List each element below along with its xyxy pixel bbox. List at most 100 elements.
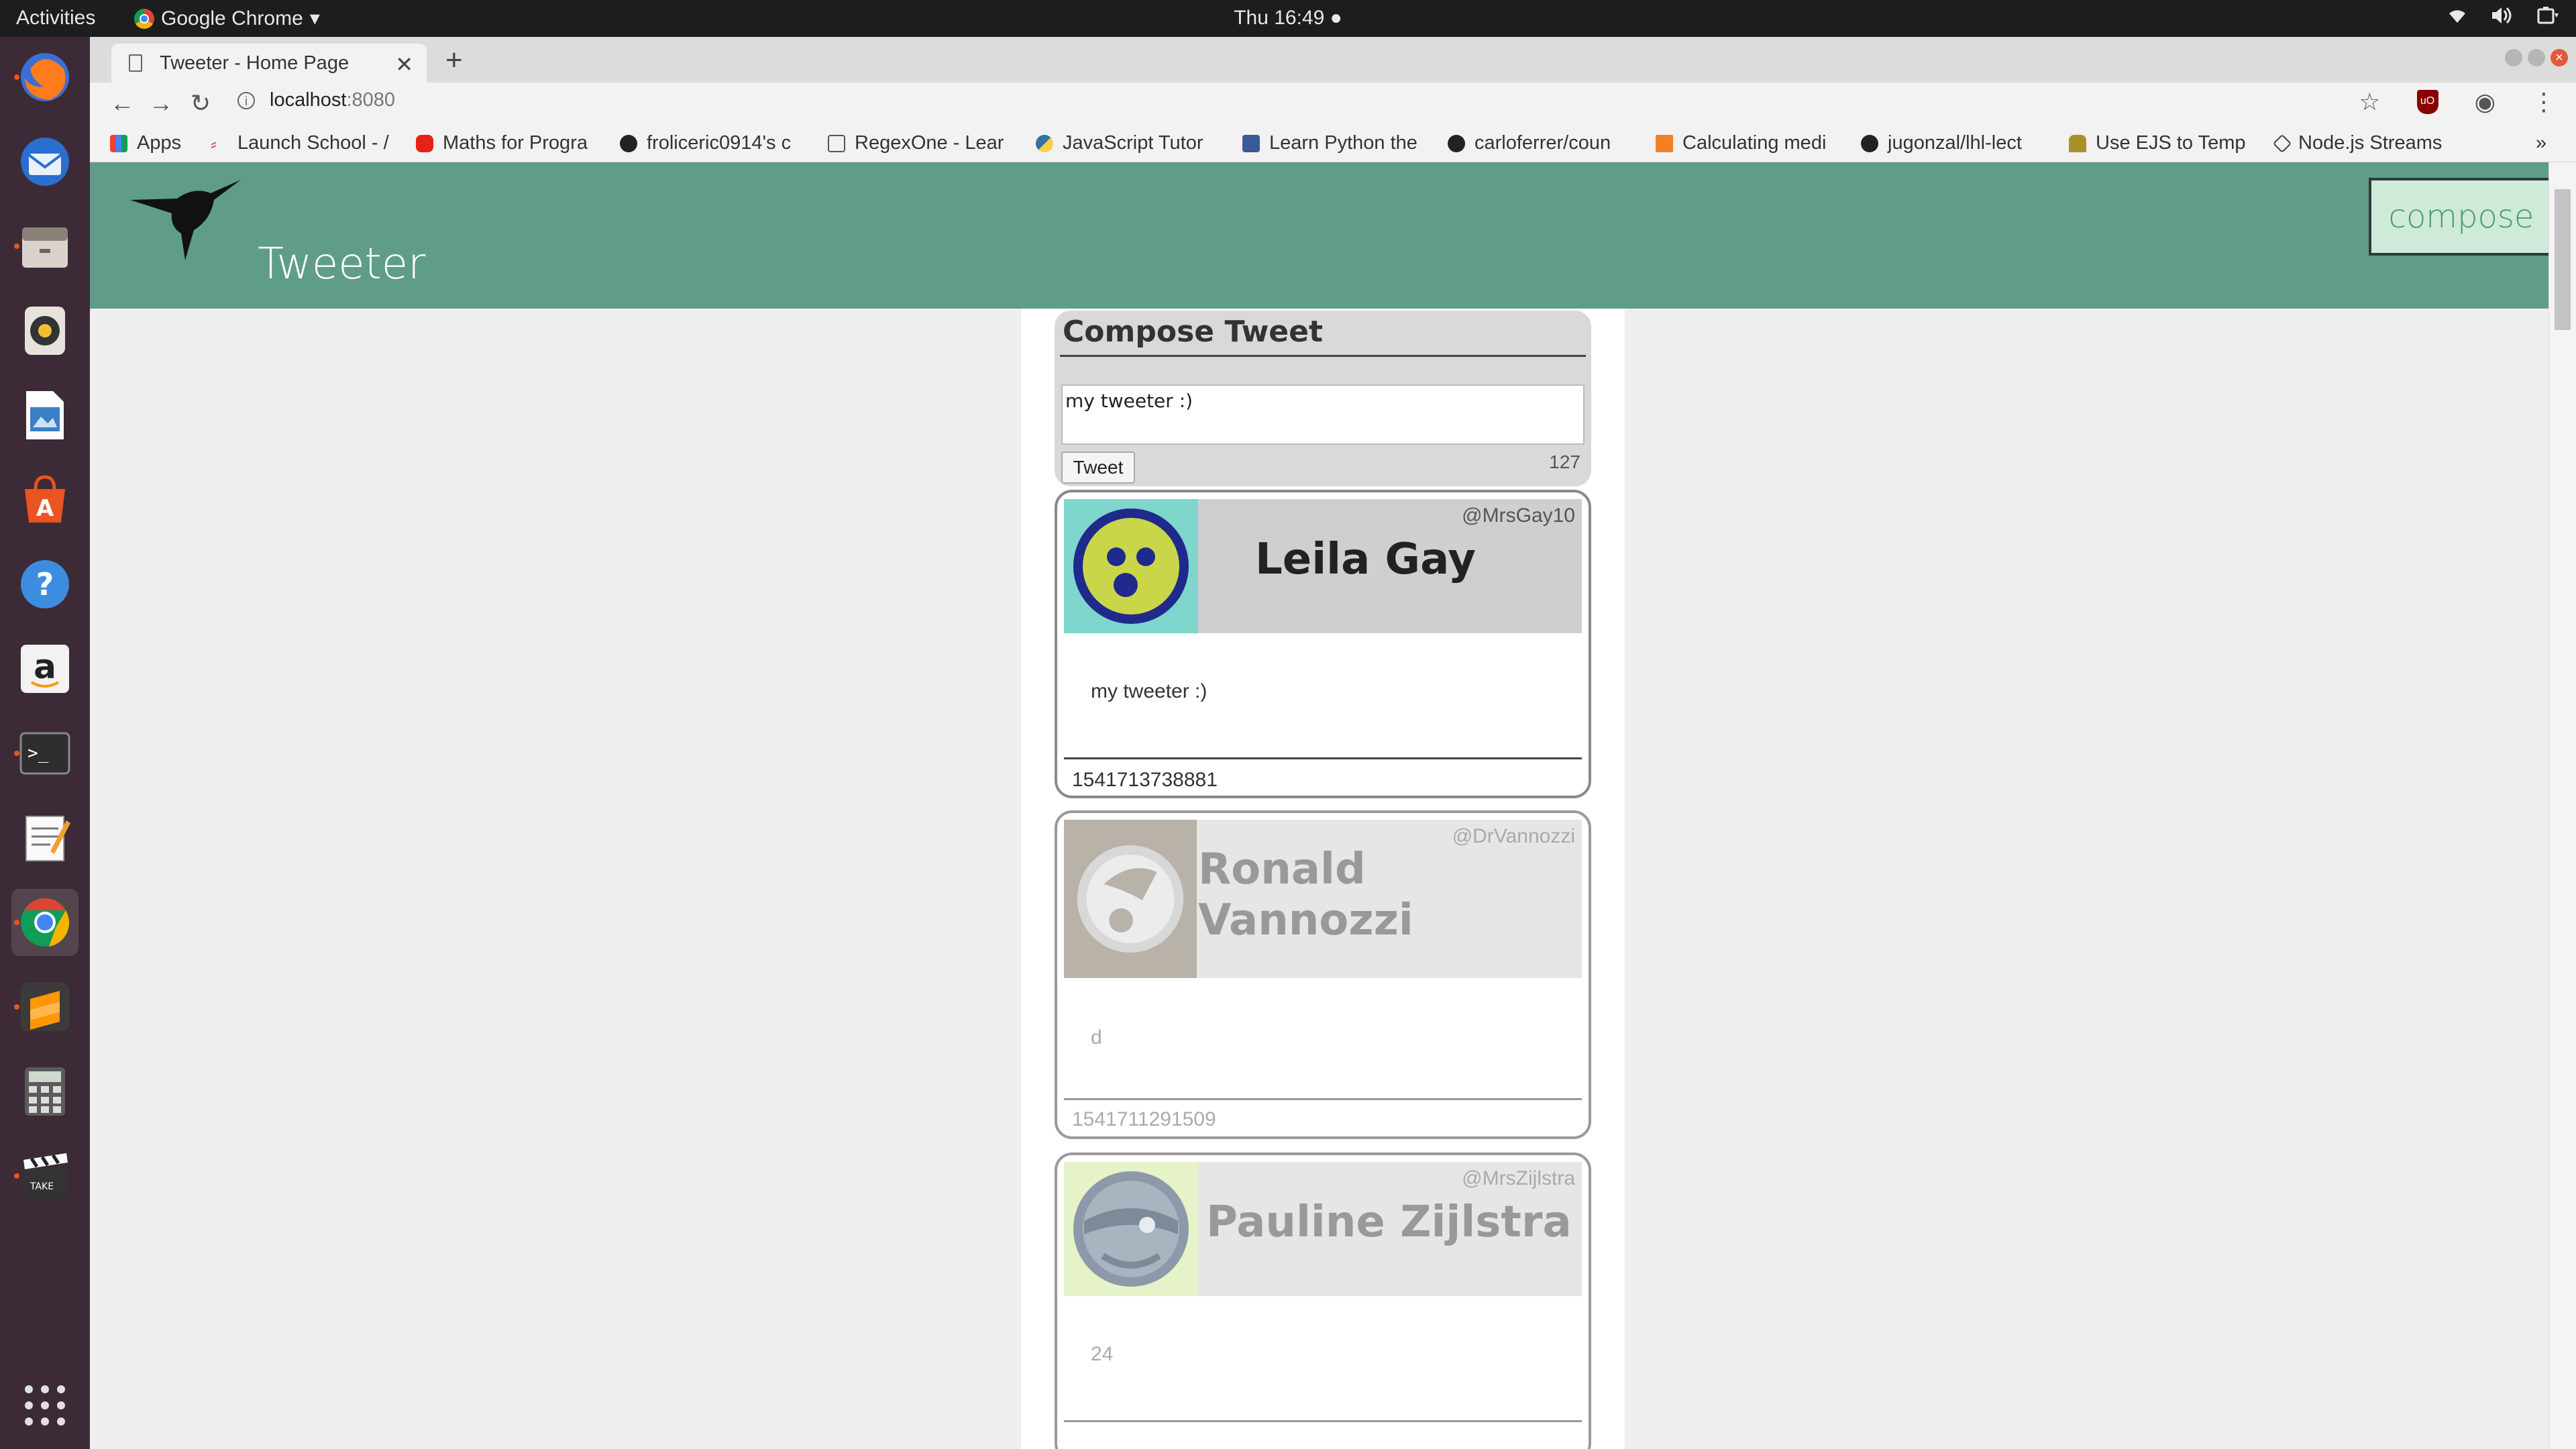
firefox-launcher[interactable] xyxy=(11,44,78,111)
terminal-launcher[interactable]: >_ xyxy=(11,720,78,787)
tab-tweeter[interactable]: Tweeter - Home Page ✕ xyxy=(111,44,427,83)
svg-text:TAKE: TAKE xyxy=(30,1181,54,1192)
bookmark-star-icon[interactable]: ☆ xyxy=(2359,88,2380,116)
svg-text:?: ? xyxy=(36,566,54,602)
show-applications-button[interactable] xyxy=(11,1372,78,1439)
wifi-icon xyxy=(2449,10,2465,23)
divider xyxy=(1064,1420,1582,1422)
divider xyxy=(1064,757,1582,759)
page-scrollbar[interactable] xyxy=(2548,162,2576,1449)
compose-tweet-form: Compose Tweet my tweeter :) Tweet 127 xyxy=(1055,311,1591,486)
bookmark-github-carloferrer[interactable]: carloferrer/coun xyxy=(1448,132,1611,154)
tweet-submit-button[interactable]: Tweet xyxy=(1061,451,1135,484)
thunderbird-launcher[interactable] xyxy=(11,128,78,195)
reload-button[interactable]: ↻ xyxy=(191,89,211,117)
char-counter: 127 xyxy=(1549,451,1580,472)
back-button[interactable]: ← xyxy=(110,89,134,117)
tweet-header: Ronald Vannozzi @DrVannozzi xyxy=(1064,820,1582,978)
libreoffice-impress-icon xyxy=(26,391,64,439)
calculator-icon xyxy=(25,1067,65,1116)
chrome-launcher[interactable] xyxy=(11,889,78,956)
profile-icon[interactable]: ◉ xyxy=(2475,88,2496,116)
tweet-text: 24 xyxy=(1091,1343,1114,1365)
video-editor-icon: TAKE xyxy=(23,1153,68,1197)
tweet-author-name: Ronald Vannozzi xyxy=(1198,845,1413,945)
tweet-author-name: Pauline Zijlstra xyxy=(1206,1197,1572,1247)
bookmark-label: JavaScript Tutor xyxy=(1063,132,1203,154)
bookmark-maths[interactable]: Maths for Progra xyxy=(416,132,588,154)
ublock-origin-icon[interactable]: uO xyxy=(2416,90,2438,114)
video-editor-launcher[interactable]: TAKE xyxy=(11,1142,78,1210)
tweet-author-handle: @DrVannozzi xyxy=(1452,825,1575,847)
github-icon xyxy=(1861,134,1878,152)
minimize-button[interactable] xyxy=(2505,49,2522,66)
amazon-launcher[interactable]: a xyxy=(11,635,78,702)
tweet-timestamp: 1541711291509 xyxy=(1072,1108,1216,1130)
app-menu-label: Google Chrome xyxy=(161,7,303,30)
close-window-button[interactable]: × xyxy=(2551,49,2568,66)
sublime-text-icon xyxy=(21,983,69,1031)
svg-text:a: a xyxy=(34,647,56,686)
new-tab-button[interactable]: + xyxy=(445,44,463,77)
system-tray[interactable] xyxy=(2447,5,2560,25)
bookmark-github-froliceric[interactable]: froliceric0914's c xyxy=(620,132,791,154)
bookmark-github-jugonzal[interactable]: jugonzal/lhl-lect xyxy=(1861,132,2022,154)
text-editor-launcher[interactable] xyxy=(11,804,78,871)
bookmarks-bar: Apps ⸗ Launch School - / Maths for Progra… xyxy=(90,124,2576,162)
tweet-card: Ronald Vannozzi @DrVannozzi d 1541711291… xyxy=(1055,810,1591,1139)
url-host: localhost xyxy=(270,89,347,111)
scrollbar-thumb[interactable] xyxy=(2555,189,2571,330)
impress-launcher[interactable] xyxy=(11,382,78,449)
sublime-launcher[interactable] xyxy=(11,973,78,1040)
tweet-card: Pauline Zijlstra @MrsZijlstra 24 xyxy=(1055,1152,1591,1449)
bookmark-regexone[interactable]: RegexOne - Lear xyxy=(828,132,1004,154)
rhythmbox-launcher[interactable] xyxy=(11,297,78,364)
bookmark-learn-python[interactable]: Learn Python the xyxy=(1242,132,1417,154)
files-launcher[interactable] xyxy=(11,213,78,280)
bookmark-label: RegexOne - Lear xyxy=(855,132,1004,154)
notification-dot-icon: ● xyxy=(1330,7,1342,29)
info-bookmark-icon xyxy=(1242,134,1260,152)
bookmark-ejs[interactable]: Use EJS to Temp xyxy=(2069,132,2246,154)
forward-button[interactable]: → xyxy=(149,89,173,117)
text-editor-icon xyxy=(25,816,70,861)
bookmark-javascript-tutor[interactable]: JavaScript Tutor xyxy=(1036,132,1203,154)
activities-button[interactable]: Activities xyxy=(16,7,95,30)
running-indicator xyxy=(14,751,19,756)
show-applications-icon xyxy=(25,1385,65,1426)
site-info-icon[interactable]: i xyxy=(237,91,255,109)
bookmark-apps[interactable]: Apps xyxy=(110,132,181,154)
app-menu[interactable]: Google Chrome ▾ xyxy=(134,7,320,30)
web-page: Tweeter compose Compose Tweet my tweeter… xyxy=(90,162,2549,1449)
clock[interactable]: Thu 16:49 ● xyxy=(1234,7,1342,30)
address-bar[interactable]: i localhost:8080 xyxy=(237,89,395,111)
tweet-timestamp: 1541713738881 xyxy=(1072,769,1218,791)
rhythmbox-icon xyxy=(25,307,65,355)
calculator-launcher[interactable] xyxy=(11,1058,78,1125)
apps-grid-icon xyxy=(110,134,127,152)
tweet-textarea[interactable]: my tweeter :) xyxy=(1061,384,1585,445)
bookmark-label: Learn Python the xyxy=(1269,132,1417,154)
bookmark-node-streams[interactable]: Node.js Streams xyxy=(2272,132,2442,154)
bookmark-calculating-median[interactable]: Calculating medi xyxy=(1656,132,1826,154)
chevron-down-icon: ▾ xyxy=(309,7,320,30)
chrome-icon xyxy=(21,898,70,947)
tweet-author-handle: @MrsGay10 xyxy=(1462,504,1575,527)
python-tutor-icon xyxy=(1036,134,1053,152)
bookmark-label: Use EJS to Temp xyxy=(2096,132,2246,154)
software-launcher[interactable]: A xyxy=(11,466,78,533)
hummingbird-logo-icon xyxy=(130,180,241,260)
launch-school-icon: ⸗ xyxy=(211,133,217,154)
bookmark-launch-school[interactable]: ⸗ Launch School - / xyxy=(211,132,389,154)
divider xyxy=(1060,355,1586,357)
avatar xyxy=(1064,820,1197,978)
bookmarks-overflow[interactable]: » xyxy=(2536,132,2546,154)
brand-title: Tweeter xyxy=(258,239,426,289)
system-top-bar: Activities Google Chrome ▾ Thu 16:49 ● xyxy=(0,0,2576,37)
close-tab-icon[interactable]: ✕ xyxy=(395,52,413,77)
help-launcher[interactable]: ? xyxy=(11,551,78,618)
tweet-text: d xyxy=(1091,1026,1102,1049)
compose-toggle-button[interactable]: compose xyxy=(2369,178,2549,256)
maximize-button[interactable] xyxy=(2528,49,2545,66)
chrome-menu-icon[interactable]: ⋮ xyxy=(2532,88,2556,116)
